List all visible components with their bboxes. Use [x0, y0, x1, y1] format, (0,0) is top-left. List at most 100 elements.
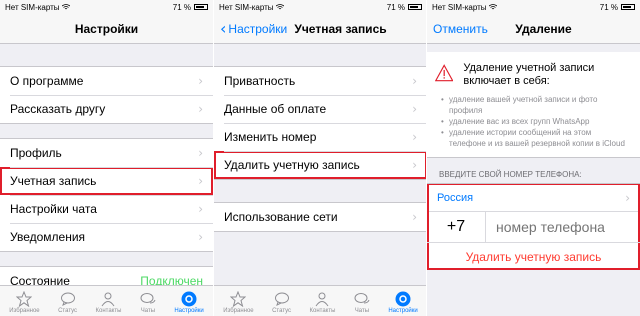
tab-contacts[interactable]: Контакты	[96, 291, 121, 316]
phone-form: Россия › +7 Удалить учетную запись	[427, 183, 640, 270]
warning-title: Удаление учетной записи включает в себя:	[463, 62, 595, 87]
row-change-number[interactable]: Изменить номер ›	[214, 123, 427, 151]
country-code: +7	[427, 212, 486, 242]
chats-icon	[354, 293, 370, 304]
country-name: Россия	[437, 191, 474, 204]
row-label: Профиль	[10, 146, 62, 160]
row-label: Настройки чата	[10, 202, 97, 216]
network-group: Использование сети ›	[214, 202, 427, 232]
phone-row: +7	[427, 211, 640, 242]
tab-status[interactable]: Статус	[272, 291, 291, 316]
row-label: О программе	[10, 74, 84, 88]
battery-text: 71 %	[172, 2, 191, 12]
row-label: Приватность	[224, 74, 296, 88]
tab-chats[interactable]: Чаты	[354, 291, 370, 316]
status-bar: Нет SIM-карты 71 %	[427, 0, 640, 14]
carrier-text: Нет SIM-карты	[432, 2, 487, 12]
delete-label: Удалить учетную запись	[465, 249, 602, 264]
chevron-right-icon: ›	[412, 102, 417, 116]
cancel-button[interactable]: Отменить	[433, 14, 488, 43]
battery-text: 71 %	[386, 2, 405, 12]
tab-label: Настройки	[388, 308, 418, 314]
tab-settings[interactable]: Настройки	[174, 291, 204, 316]
chevron-right-icon: ›	[198, 230, 203, 244]
bullet-item: удаление истории сообщений на этом телеф…	[441, 127, 630, 149]
row-label: Учетная запись	[10, 174, 97, 188]
bullet-item: удаление вашей учетной записи и фото про…	[441, 94, 630, 116]
contact-icon	[316, 292, 329, 307]
tab-favorites[interactable]: Избранное	[223, 291, 254, 316]
navbar: ‹ Настройки Учетная запись	[214, 14, 427, 44]
chevron-right-icon: ›	[198, 202, 203, 216]
back-button[interactable]: ‹ Настройки	[220, 14, 287, 43]
tab-label: Чаты	[140, 308, 156, 314]
carrier-text: Нет SIM-карты	[219, 2, 274, 12]
settings-group-about: О программе › Рассказать другу ›	[0, 66, 213, 124]
row-network-usage[interactable]: Использование сети ›	[214, 203, 427, 231]
chats-icon	[140, 293, 156, 304]
screen-delete: Нет SIM-карты 71 % Отменить Удаление Уда…	[427, 0, 640, 316]
wifi-icon	[488, 4, 497, 10]
tab-status[interactable]: Статус	[58, 291, 77, 316]
wifi-icon	[275, 4, 284, 10]
row-about[interactable]: О программе ›	[0, 67, 213, 95]
warning-icon	[435, 64, 454, 82]
row-tell-friend[interactable]: Рассказать другу ›	[0, 95, 213, 123]
navbar: Настройки	[0, 14, 213, 44]
row-account[interactable]: Учетная запись ›	[0, 167, 213, 195]
battery-text: 71 %	[599, 2, 618, 12]
row-delete-account[interactable]: Удалить учетную запись ›	[214, 151, 427, 179]
chat-bubble-icon	[274, 292, 289, 306]
wifi-icon	[61, 4, 70, 10]
star-icon	[230, 291, 247, 307]
tab-label: Контакты	[309, 308, 336, 314]
row-privacy[interactable]: Приватность ›	[214, 67, 427, 95]
navbar: Отменить Удаление	[427, 14, 640, 44]
row-label: Удалить учетную запись	[224, 158, 360, 172]
tab-label: Чаты	[354, 308, 370, 314]
chevron-right-icon: ›	[198, 74, 203, 88]
screen-account: Нет SIM-карты 71 % ‹ Настройки Учетная за…	[214, 0, 427, 316]
row-payment[interactable]: Данные об оплате ›	[214, 95, 427, 123]
page-title: Настройки	[74, 21, 139, 36]
tab-contacts[interactable]: Контакты	[309, 291, 336, 316]
account-group: Приватность › Данные об оплате › Изменить …	[214, 66, 427, 180]
row-chat-settings[interactable]: Настройки чата ›	[0, 195, 213, 223]
back-label: Настройки	[228, 21, 288, 36]
gear-icon	[181, 291, 197, 307]
tab-label: Статус	[272, 308, 292, 314]
status-bar: Нет SIM-карты 71 %	[0, 0, 213, 14]
tab-bar: Избранное Статус Контакты Чаты Настройки	[214, 285, 427, 316]
tab-bar: Избранное Статус Контакты Чаты Настройки	[0, 285, 213, 316]
row-label: Использование сети	[224, 210, 338, 224]
tab-label: Избранное	[223, 308, 254, 314]
chevron-right-icon: ›	[412, 130, 417, 144]
chevron-right-icon: ›	[625, 190, 630, 205]
row-profile[interactable]: Профиль ›	[0, 139, 213, 167]
tab-chats[interactable]: Чаты	[140, 291, 156, 316]
country-selector[interactable]: Россия ›	[427, 183, 640, 211]
row-label: Рассказать другу	[10, 102, 106, 116]
row-label: Уведомления	[10, 230, 86, 244]
chevron-left-icon: ‹	[220, 19, 227, 38]
chevron-right-icon: ›	[412, 210, 417, 224]
tab-settings[interactable]: Настройки	[388, 291, 418, 316]
gear-icon	[395, 291, 411, 307]
screen-settings: Нет SIM-карты 71 % Настройки О программе…	[0, 0, 213, 316]
section-header: ВВЕДИТЕ СВОЙ НОМЕР ТЕЛЕФОНА:	[439, 170, 582, 179]
carrier-text: Нет SIM-карты	[5, 2, 60, 12]
battery-icon	[621, 4, 635, 10]
chevron-right-icon: ›	[198, 102, 203, 116]
row-notifications[interactable]: Уведомления ›	[0, 223, 213, 251]
warning-bullets: удаление вашей учетной записи и фото про…	[427, 94, 640, 158]
tab-label: Статус	[58, 308, 78, 314]
settings-group-main: Профиль › Учетная запись › Настройки чата ›…	[0, 138, 213, 252]
row-label: Изменить номер	[224, 130, 317, 144]
warning-block: Удаление учетной записи включает в себя:	[427, 52, 640, 94]
delete-account-button[interactable]: Удалить учетную запись	[427, 242, 640, 270]
row-label: Данные об оплате	[224, 102, 327, 116]
tab-favorites[interactable]: Избранное	[9, 291, 40, 316]
chat-bubble-icon	[60, 292, 75, 306]
page-title: Учетная запись	[294, 21, 387, 36]
phone-input[interactable]	[494, 218, 638, 236]
